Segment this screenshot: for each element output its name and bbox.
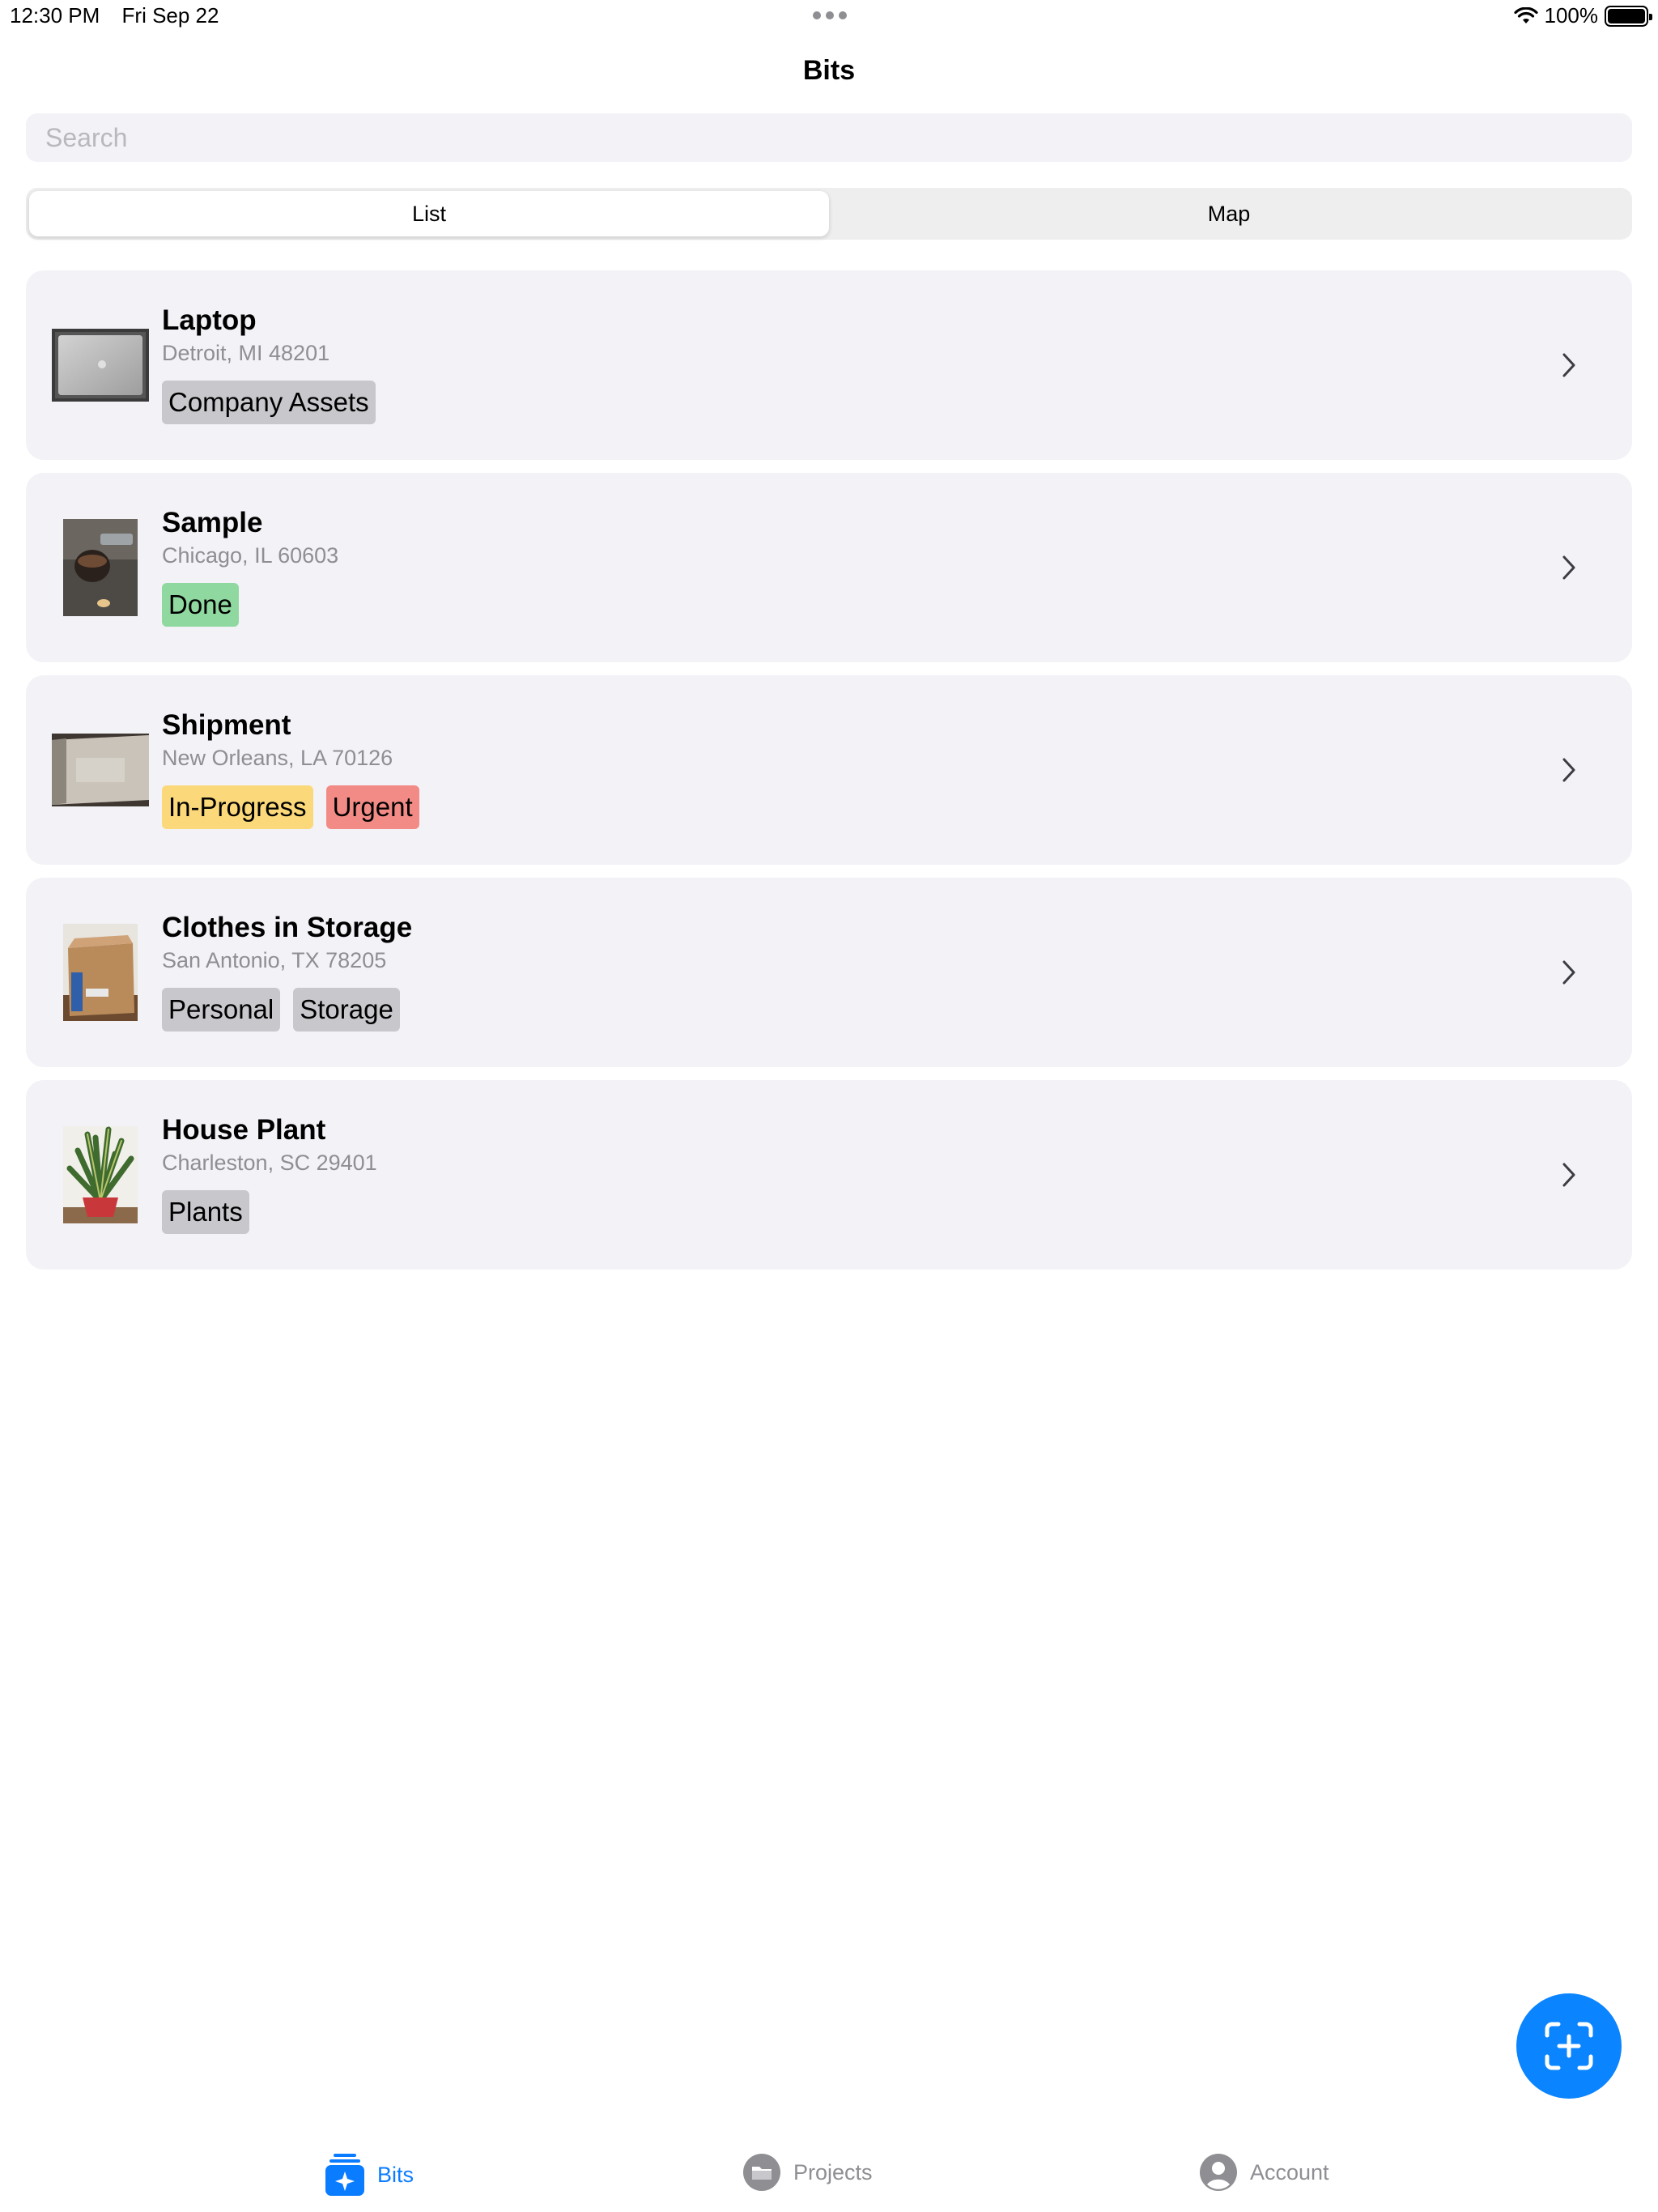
chevron-right-icon (1562, 960, 1575, 985)
page-title: Bits (802, 55, 856, 86)
tab-bar: Bits Projects Account (0, 2138, 1658, 2212)
search-bar[interactable] (26, 113, 1632, 162)
multitasking-dots-icon[interactable] (813, 11, 847, 19)
chevron-right-icon (1562, 758, 1575, 782)
tab-account[interactable]: Account (1200, 2154, 1329, 2191)
item-location: Charleston, SC 29401 (162, 1151, 377, 1175)
tab-account-label: Account (1250, 2159, 1329, 2184)
battery-icon (1605, 5, 1652, 27)
tab-projects-label: Projects (793, 2159, 873, 2184)
chevron-right-icon (1562, 353, 1575, 377)
folder-icon (743, 2154, 780, 2191)
list-item-laptop[interactable]: Laptop Detroit, MI 48201 Company Assets (26, 270, 1632, 460)
chevron-right-icon (1562, 1163, 1575, 1187)
item-title: Laptop (162, 304, 257, 336)
search-input[interactable] (45, 113, 1613, 162)
status-time: 12:30 PM (10, 3, 100, 28)
tab-bits[interactable]: Bits (325, 2154, 414, 2196)
scan-add-icon (1545, 2022, 1593, 2070)
item-title: Shipment (162, 709, 291, 741)
list-item-house-plant[interactable]: House Plant Charleston, SC 29401 Plants (26, 1080, 1632, 1270)
status-bar: 12:30 PM Fri Sep 22 100% (0, 0, 1658, 36)
tag-badge: Personal (162, 988, 281, 1032)
tab-bits-label: Bits (377, 2162, 414, 2187)
item-title: Sample (162, 507, 263, 538)
item-title: Clothes in Storage (162, 912, 413, 943)
scan-add-button[interactable] (1516, 1993, 1622, 2099)
tab-projects[interactable]: Projects (743, 2154, 873, 2191)
tag-badge: Company Assets (162, 381, 376, 424)
item-location: New Orleans, LA 70126 (162, 746, 393, 770)
item-location: San Antonio, TX 78205 (162, 948, 387, 972)
list-item-clothes-in-storage[interactable]: Clothes in Storage San Antonio, TX 78205… (26, 878, 1632, 1067)
bits-list: Laptop Detroit, MI 48201 Company Assets … (26, 270, 1632, 1283)
wifi-icon (1513, 6, 1538, 23)
item-title: House Plant (162, 1114, 326, 1146)
battery-percent: 100% (1544, 3, 1599, 28)
clothes-thumbnail (63, 924, 138, 1021)
list-item-sample[interactable]: Sample Chicago, IL 60603 Done (26, 473, 1632, 662)
status-date: Fri Sep 22 (121, 3, 219, 28)
shipment-thumbnail (52, 734, 149, 806)
tag-badge: Done (162, 583, 239, 627)
tag-badge: Plants (162, 1190, 249, 1234)
tag-badge: In-Progress (162, 785, 313, 829)
list-item-shipment[interactable]: Shipment New Orleans, LA 70126 In-Progre… (26, 675, 1632, 865)
sample-thumbnail (63, 519, 138, 616)
status-right: 100% (1513, 3, 1652, 28)
chevron-right-icon (1562, 555, 1575, 580)
view-mode-segmented-control[interactable]: List Map (26, 188, 1632, 240)
status-left: 12:30 PM Fri Sep 22 (10, 3, 235, 28)
bits-sparkle-icon (325, 2154, 364, 2196)
laptop-thumbnail (52, 329, 149, 402)
tag-badge: Storage (293, 988, 400, 1032)
plant-thumbnail (63, 1126, 138, 1223)
segment-list[interactable]: List (29, 191, 829, 236)
item-location: Chicago, IL 60603 (162, 543, 339, 568)
segment-map[interactable]: Map (829, 191, 1629, 236)
tag-badge: Urgent (325, 785, 419, 829)
item-location: Detroit, MI 48201 (162, 341, 330, 365)
person-circle-icon (1200, 2154, 1237, 2191)
